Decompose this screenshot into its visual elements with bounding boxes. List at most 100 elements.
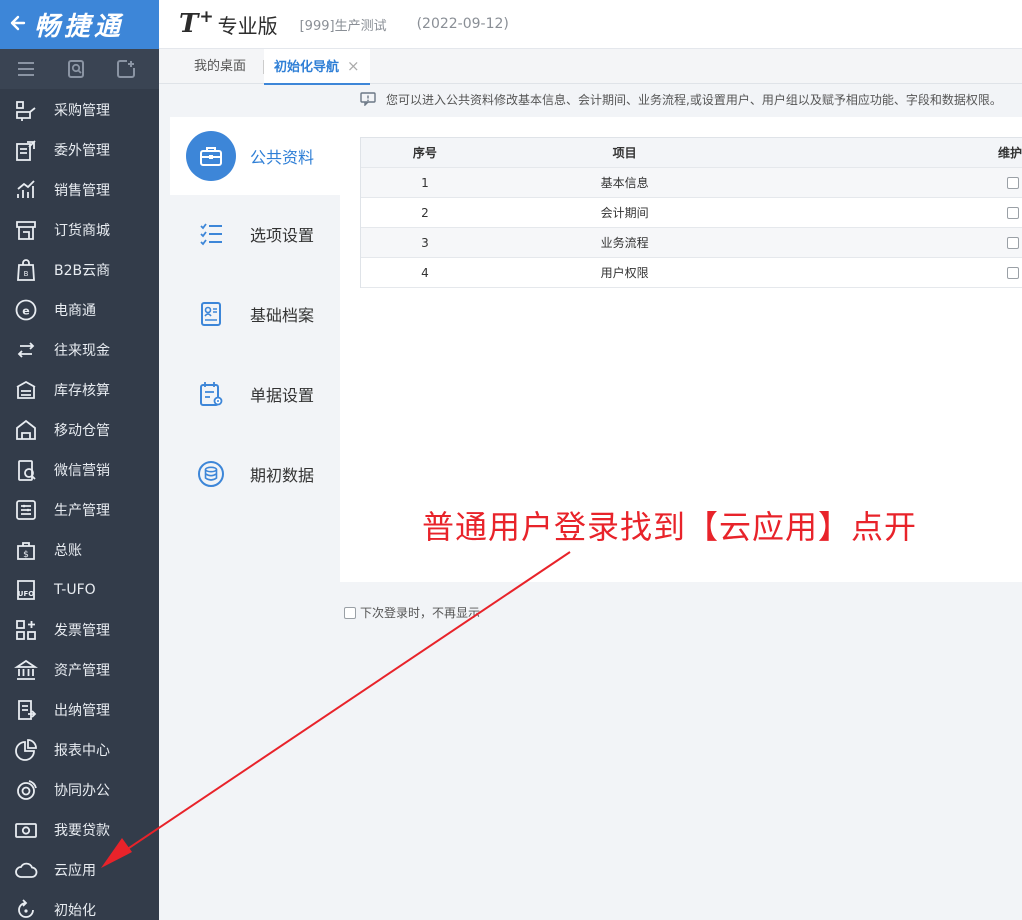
b2b-bag-icon: B [13,257,39,283]
sidebar-item[interactable]: UFO T-UFO [0,570,159,610]
search-doc-icon[interactable] [52,49,100,89]
sidebar-item[interactable]: 销售管理 [0,170,159,210]
sidebar-item[interactable]: 初始化 [0,890,159,920]
checklist-icon [186,209,236,259]
maintain-checkbox[interactable] [1007,177,1020,189]
store-icon [13,217,39,243]
row-item: 用户权限 [600,266,649,280]
purchase-icon [13,97,39,123]
sidebar-item[interactable]: 报表中心 [0,730,159,770]
sidebar: 畅捷通 采购管理委外管理销售管理 订货商城 B B2B云商 e 电商通往来现金库存核算 移动… [0,0,159,920]
tab-bar: 我的桌面 初始化导航 × [159,49,1022,85]
category-basic-archive[interactable]: 基础档案 [170,275,340,353]
table-row[interactable]: 3 业务流程 [361,228,1022,258]
sidebar-item[interactable]: 委外管理 [0,130,159,170]
sidebar-item[interactable]: e 电商通 [0,290,159,330]
maintain-checkbox[interactable] [1007,237,1020,249]
category-public-data[interactable]: 公共资料 [170,117,341,195]
sidebar-item[interactable]: 出纳管理 [0,690,159,730]
sidebar-toolbar [0,49,159,89]
database-icon [186,449,236,499]
sidebar-item-label: 总账 [54,543,82,559]
ledger-icon: $ [13,537,39,563]
sidebar-item-label: 往来现金 [54,343,110,359]
col-header-item: 项目 [612,146,637,160]
sidebar-item-label: B2B云商 [54,263,111,279]
inventory-icon [13,377,39,403]
sidebar-item[interactable]: 移动仓管 [0,410,159,450]
sidebar-item-label: 生产管理 [54,503,110,519]
sidebar-item-label: 委外管理 [54,143,110,159]
cashier-icon [13,697,39,723]
report-pie-icon [13,737,39,763]
sidebar-item[interactable]: 云应用 [0,850,159,890]
dont-show-label: 下次登录时，不再显示 [360,606,481,620]
sidebar-item[interactable]: B B2B云商 [0,250,159,290]
product-logo-plus: + [199,7,214,27]
outsource-icon [13,137,39,163]
production-icon [13,497,39,523]
sidebar-nav: 采购管理委外管理销售管理 订货商城 B B2B云商 e 电商通往来现金库存核算 移动仓管微信… [0,90,159,920]
info-banner: 您可以进入公共资料修改基本信息、会计期间、业务流程,或设置用户、用户组以及赋予相… [360,88,1002,110]
row-no: 4 [421,265,429,280]
sidebar-item[interactable]: 我要贷款 [0,810,159,850]
sidebar-item[interactable]: 生产管理 [0,490,159,530]
table-row[interactable]: 4 用户权限 [361,258,1022,288]
row-item: 会计期间 [600,206,649,220]
back-arrow-icon[interactable] [0,0,34,49]
brand-name: 畅捷通 [34,12,125,42]
sidebar-item[interactable]: 微信营销 [0,450,159,490]
sidebar-item[interactable]: 协同办公 [0,770,159,810]
sidebar-item[interactable]: 采购管理 [0,90,159,130]
close-icon[interactable]: × [347,57,360,75]
sidebar-item[interactable]: $ 总账 [0,530,159,570]
loan-icon [13,817,39,843]
ecommerce-icon: e [13,297,39,323]
row-no: 3 [421,235,429,250]
table-header-row: 序号 项目 维护 [361,138,1022,168]
app-header: T + 专业版 [999]生产测试 (2022-09-12) [159,0,1022,49]
init-icon [13,897,39,920]
category-opening-data[interactable]: 期初数据 [170,435,340,513]
sidebar-item[interactable]: 发票管理 [0,610,159,650]
cloud-icon [13,857,39,883]
dont-show-checkbox[interactable] [344,606,356,619]
row-no: 2 [421,205,429,220]
tab-init-navigation[interactable]: 初始化导航 × [264,49,370,85]
category-label: 选项设置 [250,226,315,245]
sidebar-item[interactable]: 订货商城 [0,210,159,250]
sidebar-item-label: 协同办公 [54,783,110,799]
account-set: [999]生产测试 [299,18,387,34]
sidebar-item-label: 云应用 [54,863,96,879]
profile-card-icon [186,289,236,339]
category-document-settings[interactable]: 单据设置 [170,355,340,433]
document-settings-icon [186,369,236,419]
add-doc-icon[interactable] [102,49,150,89]
product-edition: 专业版 [217,13,278,38]
maintain-checkbox[interactable] [1007,267,1020,279]
svg-text:$: $ [23,550,29,560]
category-label: 单据设置 [250,386,315,405]
table-row[interactable]: 1 基本信息 [361,168,1022,198]
sidebar-item[interactable]: 资产管理 [0,650,159,690]
sidebar-item-label: 初始化 [54,903,96,919]
sidebar-item-label: 微信营销 [54,463,110,479]
collaboration-icon [13,777,39,803]
sidebar-item[interactable]: 往来现金 [0,330,159,370]
sidebar-item[interactable]: 库存核算 [0,370,159,410]
table-row[interactable]: 2 会计期间 [361,198,1022,228]
menu-icon[interactable] [2,49,50,89]
sidebar-item-label: 报表中心 [54,743,110,759]
tab-my-desktop[interactable]: 我的桌面 [194,49,246,84]
dont-show-again[interactable]: 下次登录时，不再显示 [344,604,480,621]
category-options[interactable]: 选项设置 [170,195,340,273]
message-icon [360,92,376,106]
annotation-text: 普通用户登录找到【云应用】点开 [422,508,918,546]
briefcase-icon [186,131,236,181]
svg-text:UFO: UFO [18,590,34,598]
sidebar-item-label: 出纳管理 [54,703,110,719]
wechat-marketing-icon [13,457,39,483]
maintain-checkbox[interactable] [1007,207,1020,219]
category-label: 公共资料 [250,148,315,167]
svg-text:e: e [22,305,29,318]
